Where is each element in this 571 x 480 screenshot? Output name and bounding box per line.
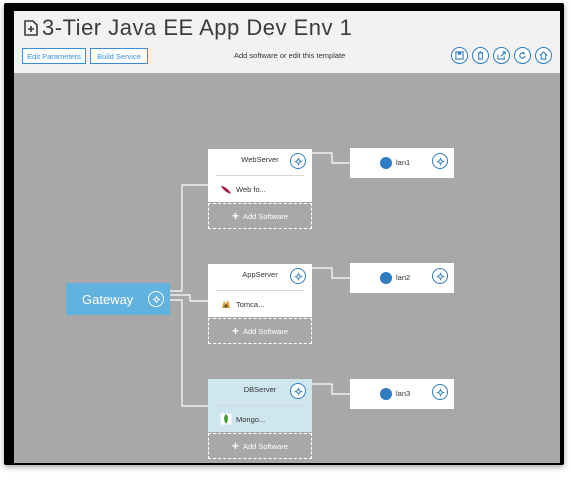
build-service-button[interactable]: Build Service [90, 48, 148, 64]
refresh-icon[interactable] [514, 47, 531, 64]
server-gear-icon[interactable] [290, 383, 306, 399]
software-label: Mongo... [236, 414, 266, 424]
delete-icon[interactable] [472, 47, 489, 64]
lan-gear-icon[interactable] [432, 153, 448, 169]
lan-node-lan3[interactable]: lan3 [350, 379, 454, 409]
server-name: DBServer [243, 385, 277, 394]
lan-gear-icon[interactable] [432, 268, 448, 284]
lan-gear-icon[interactable] [432, 384, 448, 400]
lan-node-lan1[interactable]: lan1 [350, 148, 454, 178]
feather-icon [221, 186, 231, 194]
topology-canvas[interactable]: Gateway WebServer Web fo... + Add Softwa… [14, 73, 560, 463]
server-header[interactable]: AppServer [208, 264, 312, 290]
add-software-button[interactable]: + Add Software [208, 433, 312, 459]
home-icon[interactable] [535, 47, 552, 64]
add-software-label: Add Software [242, 326, 289, 336]
plus-icon: + [231, 439, 239, 453]
save-icon[interactable] [451, 47, 468, 64]
app-window: 3-Tier Java EE App Dev Env 1 Edit Parame… [4, 3, 564, 465]
gateway-node[interactable]: Gateway [66, 283, 170, 315]
software-label: Tomca... [236, 299, 265, 309]
gateway-label: Gateway [82, 291, 134, 307]
header-bar: 3-Tier Java EE App Dev Env 1 Edit Parame… [14, 11, 560, 73]
lan-node-lan2[interactable]: lan2 [350, 263, 454, 293]
software-item[interactable]: Mongo... [208, 406, 312, 432]
software-label: Web fo... [236, 184, 266, 194]
add-software-label: Add Software [242, 441, 289, 451]
server-gear-icon[interactable] [290, 268, 306, 284]
lan-label: lan2 [396, 273, 411, 282]
lan-label: lan3 [396, 389, 411, 398]
page-title-text: 3-Tier Java EE App Dev Env 1 [42, 15, 353, 40]
mongodb-leaf-icon [220, 413, 232, 425]
network-icon [380, 388, 392, 400]
gateway-gear-icon[interactable] [148, 291, 164, 307]
page-title: 3-Tier Java EE App Dev Env 1 [22, 15, 352, 41]
server-node-webserver[interactable]: WebServer Web fo... [208, 149, 312, 202]
edit-parameters-button[interactable]: Edit Parameters [22, 48, 86, 64]
toolbar [451, 47, 552, 64]
software-item[interactable]: Web fo... [208, 176, 312, 202]
hint-text: Add software or edit this template [234, 51, 346, 60]
add-software-label: Add Software [242, 211, 289, 221]
network-icon [380, 272, 392, 284]
server-gear-icon[interactable] [290, 153, 306, 169]
server-name: WebServer [241, 155, 279, 164]
network-icon [380, 157, 392, 169]
server-header[interactable]: DBServer [208, 379, 312, 405]
export-icon[interactable] [493, 47, 510, 64]
server-node-dbserver[interactable]: DBServer Mongo... [208, 379, 312, 432]
server-node-appserver[interactable]: AppServer Tomca... [208, 264, 312, 317]
server-header[interactable]: WebServer [208, 149, 312, 175]
plus-icon: + [231, 209, 239, 223]
add-software-button[interactable]: + Add Software [208, 318, 312, 344]
add-software-button[interactable]: + Add Software [208, 203, 312, 229]
tomcat-icon [222, 300, 230, 308]
server-name: AppServer [242, 270, 278, 279]
new-document-icon [24, 20, 38, 36]
lan-label: lan1 [396, 158, 411, 167]
software-item[interactable]: Tomca... [208, 291, 312, 317]
plus-icon: + [231, 324, 239, 338]
